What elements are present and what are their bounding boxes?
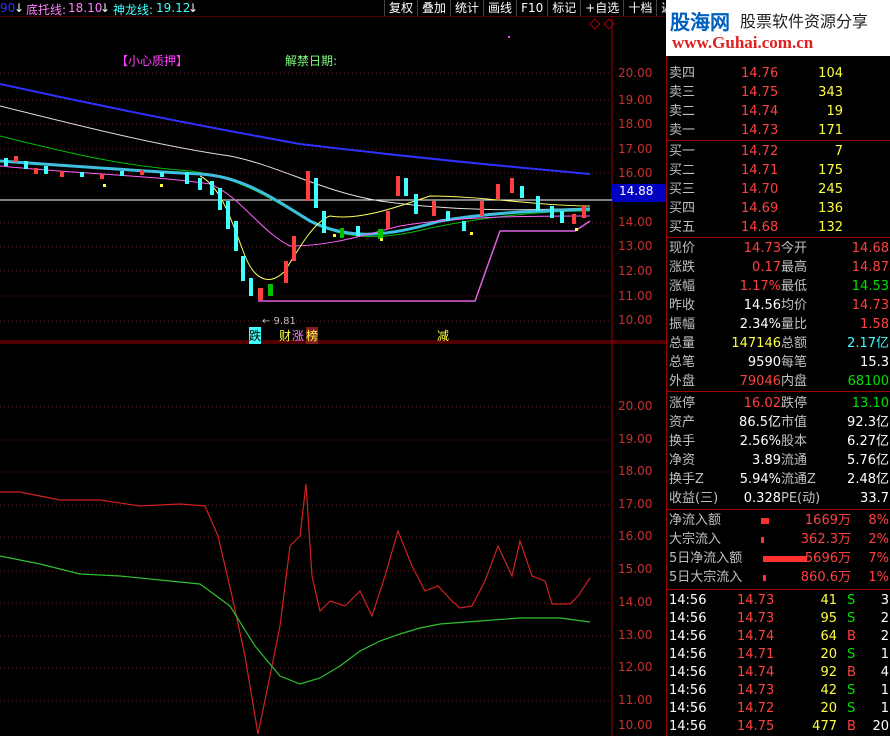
axis-tick: 20.00 xyxy=(618,66,653,80)
event-tag-drop[interactable]: 跌 xyxy=(249,327,262,344)
fund-row: 换手Z 5.94% 流通Z 2.48亿 xyxy=(669,472,889,487)
flow-row: 5日大宗流入 860.6万 1% xyxy=(669,570,889,585)
axis-tick: 15.00 xyxy=(618,562,653,576)
toolbar-stats-button[interactable]: 统计 xyxy=(450,0,483,16)
flow-bar xyxy=(761,537,764,543)
arrow-down-icon: ↓ xyxy=(188,1,199,15)
stat-row: 昨收 14.56 均价 14.73 xyxy=(669,298,889,313)
quote-panel: 卖四 14.76 104 卖三 14.75 343 卖二 14.74 19 卖一 14.73 1… xyxy=(666,0,890,736)
ask-row[interactable]: 卖三 14.75 343 xyxy=(667,83,890,102)
event-tag-finance[interactable]: 财 xyxy=(279,327,291,344)
arrow-down-icon: ↓ xyxy=(14,1,25,15)
diamond-icon[interactable] xyxy=(589,18,601,30)
flow-bar xyxy=(761,518,769,524)
tick-row: 14:56 14.72 20 S 1 xyxy=(669,701,889,716)
bid-row[interactable]: 买五 14.68 132 xyxy=(667,218,890,237)
toolbar-mark-button[interactable]: 标记 xyxy=(547,0,580,16)
tick-row: 14:56 14.73 95 S 2 xyxy=(669,611,889,626)
tick-row: 14:56 14.74 64 B 2 xyxy=(669,629,889,644)
stat-row: 总笔 9590 每笔 15.3 xyxy=(669,355,889,370)
flow-row: 大宗流入 362.3万 2% xyxy=(669,532,889,547)
shenlong-value: 19.12 xyxy=(156,1,191,15)
bid-row[interactable]: 买三 14.70 245 xyxy=(667,180,890,199)
axis-tick: 20.00 xyxy=(618,399,653,413)
axis-tick: 10.00 xyxy=(618,718,653,732)
logo-slogan: 股票软件资源分享 xyxy=(740,12,869,31)
axis-tick: 11.00 xyxy=(618,693,653,707)
axis-tick: 18.00 xyxy=(618,464,653,478)
upper-price-axis: 20.00 19.00 18.00 17.00 16.00 14.00 13.0… xyxy=(612,0,666,340)
event-tag-list[interactable]: 榜 xyxy=(306,327,319,344)
axis-tick: 19.00 xyxy=(618,432,653,446)
axis-tick: 11.00 xyxy=(618,289,653,303)
fund-row: 净资 3.89 流通 5.76亿 xyxy=(669,453,889,468)
stat-row: 现价 14.73 今开 14.68 xyxy=(669,241,889,256)
logo-brand: 股海网 xyxy=(670,10,730,34)
flow-row: 5日净流入额 5696万 7% xyxy=(669,551,889,566)
fund-row: 资产 86.5亿 市值 92.3亿 xyxy=(669,415,889,430)
toolbar-overlay-button[interactable]: 叠加 xyxy=(417,0,450,16)
tick-row: 14:56 14.73 41 S 3 xyxy=(669,593,889,608)
logo-url: www.Guhai.com.cn xyxy=(672,33,814,52)
axis-tick: 12.00 xyxy=(618,264,653,278)
ask-row[interactable]: 卖一 14.73 171 xyxy=(667,121,890,140)
bid-row[interactable]: 买一 14.72 7 xyxy=(667,142,890,161)
tick-row: 14:56 14.74 92 B 4 xyxy=(669,665,889,680)
bid-row[interactable]: 买四 14.69 136 xyxy=(667,199,890,218)
stat-row: 振幅 2.34% 量比 1.58 xyxy=(669,317,889,332)
axis-tick: 12.00 xyxy=(618,660,653,674)
stat-row: 涨跌 0.17 最高 14.87 xyxy=(669,260,889,275)
event-tag-reduce[interactable]: 减 xyxy=(437,327,449,344)
toolbar-fuquan-button[interactable]: 复权 xyxy=(384,0,417,16)
axis-tick: 10.00 xyxy=(618,313,653,327)
tick-row: 14:56 14.73 42 S 1 xyxy=(669,683,889,698)
axis-tick: 16.00 xyxy=(618,166,653,180)
arrow-down-icon: ↓ xyxy=(100,1,111,15)
ask-row[interactable]: 卖四 14.76 104 xyxy=(667,64,890,83)
stat-row: 总量 147146 总额 2.17亿 xyxy=(669,336,889,351)
fund-row: 换手 2.56% 股本 6.27亿 xyxy=(669,434,889,449)
price-chart[interactable] xyxy=(0,16,666,736)
tick-row: 14:56 14.75 477 B 20 xyxy=(669,719,889,734)
dituo-value: 18.10 xyxy=(68,1,103,15)
bid-row[interactable]: 买二 14.71 175 xyxy=(667,161,890,180)
tick-row: 14:56 14.71 20 S 1 xyxy=(669,647,889,662)
axis-tick: 14.00 xyxy=(618,215,653,229)
axis-tick: 18.00 xyxy=(618,117,653,131)
caution-tag: 【小心质押】 xyxy=(116,54,189,68)
stat-row: 涨幅 1.17% 最低 14.53 xyxy=(669,279,889,294)
low-price-marker: ← 9.81 xyxy=(262,316,296,327)
event-tag-rise[interactable]: 涨 xyxy=(292,327,304,344)
indicator-prefix: 90 xyxy=(0,1,16,15)
lower-indicator-axis: 20.00 19.00 18.00 17.00 16.00 15.00 14.0… xyxy=(612,340,666,736)
candlesticks xyxy=(4,156,586,300)
fund-row: 涨停 16.02 跌停 13.10 xyxy=(669,396,889,411)
ask-row[interactable]: 卖二 14.74 19 xyxy=(667,102,890,121)
toolbar-draw-button[interactable]: 画线 xyxy=(483,0,516,16)
axis-tick: 17.00 xyxy=(618,142,653,156)
toolbar-f10-button[interactable]: F10 xyxy=(516,0,547,16)
unlock-date-label: 解禁日期: xyxy=(285,54,338,68)
axis-tick: 16.00 xyxy=(618,529,653,543)
flow-row: 净流入额 1669万 8% xyxy=(669,513,889,528)
axis-tick: 17.00 xyxy=(618,497,653,511)
axis-tick: 13.00 xyxy=(618,239,653,253)
axis-tick: 14.00 xyxy=(618,595,653,609)
axis-tick: 13.00 xyxy=(618,628,653,642)
axis-tick: 19.00 xyxy=(618,93,653,107)
flow-bar xyxy=(763,575,766,581)
flow-bar xyxy=(763,556,807,562)
stat-row: 外盘 79046 内盘 68100 xyxy=(669,374,889,389)
site-logo: 股海网 股票软件资源分享 www.Guhai.com.cn xyxy=(666,0,890,56)
fund-row: 收益(三) 0.328 PE(动) 33.7 xyxy=(669,491,889,506)
